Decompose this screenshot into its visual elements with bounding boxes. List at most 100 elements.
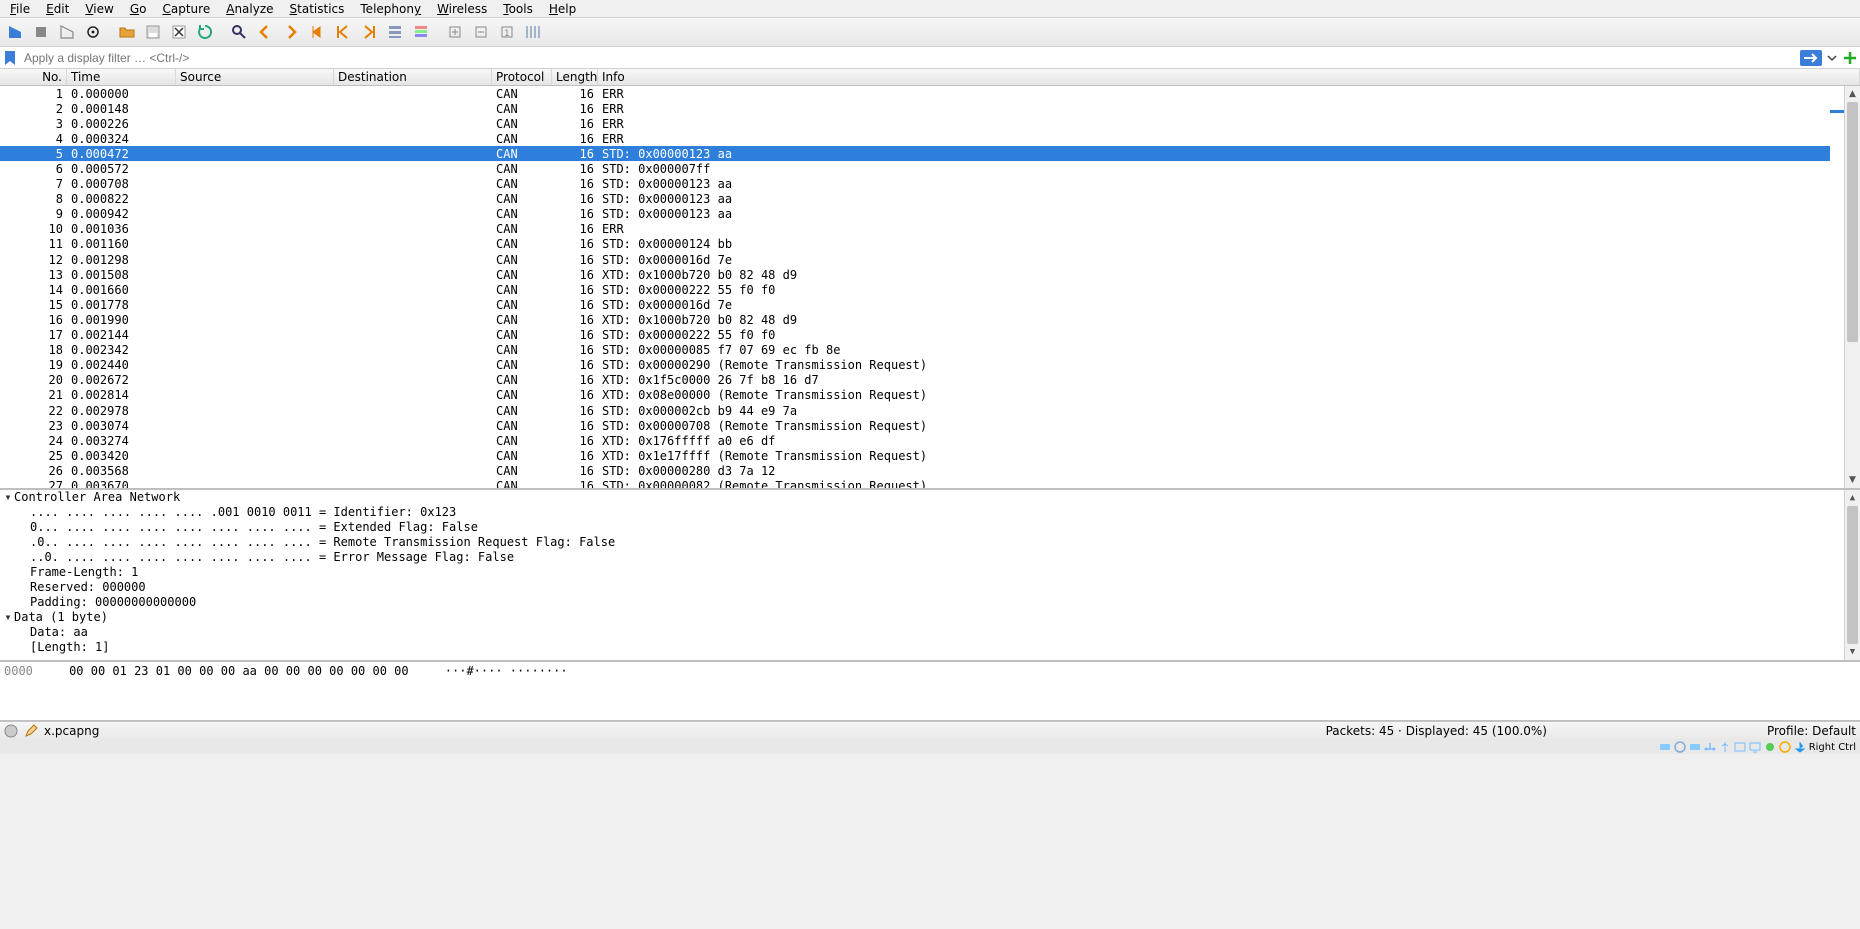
tree-item[interactable]: ▾Controller Area Network xyxy=(2,490,1858,505)
go-prev-button[interactable] xyxy=(253,20,277,44)
vm-usb-icon[interactable] xyxy=(1719,741,1732,754)
menubar[interactable]: File Edit View Go Capture Analyze Statis… xyxy=(0,0,1860,18)
packet-row[interactable]: 90.000942CAN16STD: 0x00000123 aa xyxy=(0,207,1844,222)
packet-row[interactable]: 130.001508CAN16XTD: 0x1000b720 b0 82 48 … xyxy=(0,267,1844,282)
col-header-time[interactable]: Time xyxy=(67,69,176,85)
vm-display-icon[interactable] xyxy=(1749,741,1762,754)
packet-row[interactable]: 10.000000CAN16ERR xyxy=(0,86,1844,101)
start-capture-button[interactable] xyxy=(3,20,27,44)
bookmark-filter-icon[interactable] xyxy=(2,50,18,66)
packet-row[interactable]: 70.000708CAN16STD: 0x00000123 aa xyxy=(0,177,1844,192)
colorize-button[interactable] xyxy=(409,20,433,44)
packet-row[interactable]: 50.000472CAN16STD: 0x00000123 aa xyxy=(0,146,1844,161)
packet-list-body[interactable]: 10.000000CAN16ERR20.000148CAN16ERR30.000… xyxy=(0,86,1860,488)
tree-leaf[interactable]: 0... .... .... .... .... .... .... .... … xyxy=(2,520,1858,535)
vm-net-icon[interactable] xyxy=(1704,741,1717,754)
menu-capture[interactable]: Capture xyxy=(154,1,218,16)
tree-leaf[interactable]: .... .... .... .... .... .001 0010 0011 … xyxy=(2,505,1858,520)
vm-record-icon[interactable] xyxy=(1764,741,1777,754)
menu-view[interactable]: View xyxy=(77,1,121,16)
capture-options-button[interactable] xyxy=(81,20,105,44)
hex-bytes[interactable]: 00 00 01 23 01 00 00 00 aa 00 00 00 00 0… xyxy=(69,664,409,678)
packet-row[interactable]: 80.000822CAN16STD: 0x00000123 aa xyxy=(0,192,1844,207)
go-last-button[interactable] xyxy=(357,20,381,44)
tree-leaf[interactable]: Reserved: 000000 xyxy=(2,580,1858,595)
apply-filter-button[interactable] xyxy=(1800,50,1822,66)
packet-list-scrollbar[interactable]: ▲ ▼ xyxy=(1844,86,1860,488)
filter-history-dropdown[interactable] xyxy=(1824,50,1840,66)
menu-statistics[interactable]: Statistics xyxy=(282,1,353,16)
packet-row[interactable]: 140.001660CAN16STD: 0x00000222 55 f0 f0 xyxy=(0,282,1844,297)
go-next-button[interactable] xyxy=(279,20,303,44)
tree-leaf[interactable]: Padding: 00000000000000 xyxy=(2,595,1858,610)
packet-row[interactable]: 40.000324CAN16ERR xyxy=(0,131,1844,146)
packet-row[interactable]: 240.003274CAN16XTD: 0x176fffff a0 e6 df xyxy=(0,433,1844,448)
vm-input-captured-icon[interactable] xyxy=(1794,741,1807,754)
vm-clipboard-icon[interactable] xyxy=(1779,741,1792,754)
menu-help[interactable]: Help xyxy=(541,1,584,16)
tree-leaf[interactable]: .0.. .... .... .... .... .... .... .... … xyxy=(2,535,1858,550)
find-button[interactable] xyxy=(227,20,251,44)
collapse-icon[interactable]: ▾ xyxy=(2,610,14,625)
resize-columns-button[interactable] xyxy=(521,20,545,44)
tree-leaf[interactable]: Data: aa xyxy=(2,625,1858,640)
menu-analyze[interactable]: Analyze xyxy=(218,1,281,16)
go-to-packet-button[interactable] xyxy=(305,20,329,44)
packet-row[interactable]: 150.001778CAN16STD: 0x0000016d 7e xyxy=(0,297,1844,312)
menu-go[interactable]: Go xyxy=(122,1,155,16)
scroll-up-icon[interactable]: ▲ xyxy=(1845,490,1860,506)
col-header-info[interactable]: Info xyxy=(598,69,1860,85)
packet-row[interactable]: 120.001298CAN16STD: 0x0000016d 7e xyxy=(0,252,1844,267)
tree-leaf[interactable]: Frame-Length: 1 xyxy=(2,565,1858,580)
packet-row[interactable]: 170.002144CAN16STD: 0x00000222 55 f0 f0 xyxy=(0,328,1844,343)
menu-telephony[interactable]: Telephony xyxy=(352,1,429,16)
stop-capture-button[interactable] xyxy=(29,20,53,44)
packet-row[interactable]: 200.002672CAN16XTD: 0x1f5c0000 26 7f b8 … xyxy=(0,373,1844,388)
packet-row[interactable]: 230.003074CAN16STD: 0x00000708 (Remote T… xyxy=(0,418,1844,433)
scroll-thumb[interactable] xyxy=(1847,506,1858,644)
scroll-thumb[interactable] xyxy=(1847,102,1858,342)
expert-info-icon[interactable] xyxy=(4,724,18,738)
add-filter-button[interactable] xyxy=(1842,50,1858,66)
packet-row[interactable]: 30.000226CAN16ERR xyxy=(0,116,1844,131)
packet-row[interactable]: 180.002342CAN16STD: 0x00000085 f7 07 69 … xyxy=(0,343,1844,358)
packet-bytes-pane[interactable]: 0000 00 00 01 23 01 00 00 00 aa 00 00 00… xyxy=(0,662,1860,721)
menu-edit[interactable]: Edit xyxy=(38,1,77,16)
packet-row[interactable]: 210.002814CAN16XTD: 0x08e00000 (Remote T… xyxy=(0,388,1844,403)
close-file-button[interactable] xyxy=(167,20,191,44)
packet-list-header[interactable]: No. Time Source Destination Protocol Len… xyxy=(0,69,1860,86)
zoom-reset-button[interactable]: 1 xyxy=(495,20,519,44)
packet-row[interactable]: 260.003568CAN16STD: 0x00000280 d3 7a 12 xyxy=(0,463,1844,478)
packet-row[interactable]: 250.003420CAN16XTD: 0x1e17ffff (Remote T… xyxy=(0,448,1844,463)
scroll-up-icon[interactable]: ▲ xyxy=(1845,86,1860,102)
packet-row[interactable]: 110.001160CAN16STD: 0x00000124 bb xyxy=(0,237,1844,252)
packet-row[interactable]: 20.000148CAN16ERR xyxy=(0,101,1844,116)
col-header-destination[interactable]: Destination xyxy=(334,69,492,85)
packet-row[interactable]: 190.002440CAN16STD: 0x00000290 (Remote T… xyxy=(0,358,1844,373)
tree-item[interactable]: ▾Data (1 byte) xyxy=(2,610,1858,625)
col-header-source[interactable]: Source xyxy=(176,69,334,85)
col-header-length[interactable]: Length xyxy=(552,69,598,85)
reload-button[interactable] xyxy=(193,20,217,44)
edit-capture-comment-icon[interactable] xyxy=(24,724,38,738)
vm-hdd-icon[interactable] xyxy=(1689,741,1702,754)
hex-ascii[interactable]: ···#···· ········ xyxy=(445,664,568,678)
menu-wireless[interactable]: Wireless xyxy=(429,1,495,16)
collapse-icon[interactable]: ▾ xyxy=(2,490,14,505)
tree-leaf[interactable]: [Length: 1] xyxy=(2,640,1858,655)
go-first-button[interactable] xyxy=(331,20,355,44)
save-file-button[interactable] xyxy=(141,20,165,44)
scroll-down-icon[interactable]: ▼ xyxy=(1845,472,1860,488)
col-header-no[interactable]: No. xyxy=(0,69,67,85)
vm-shared-icon[interactable] xyxy=(1734,741,1747,754)
packet-row[interactable]: 220.002978CAN16STD: 0x000002cb b9 44 e9 … xyxy=(0,403,1844,418)
packet-row[interactable]: 100.001036CAN16ERR xyxy=(0,222,1844,237)
zoom-in-button[interactable] xyxy=(443,20,467,44)
menu-tools[interactable]: Tools xyxy=(495,1,541,16)
packet-row[interactable]: 270.003670CAN16STD: 0x00000082 (Remote T… xyxy=(0,478,1844,488)
display-filter-input[interactable] xyxy=(20,50,1798,66)
vm-disk-icon[interactable] xyxy=(1659,741,1672,754)
capture-file-label[interactable]: x.pcapng xyxy=(44,724,99,738)
profile-label[interactable]: Profile: Default xyxy=(1767,724,1856,738)
packet-detail-pane[interactable]: ▾Controller Area Network .... .... .... … xyxy=(0,490,1860,662)
